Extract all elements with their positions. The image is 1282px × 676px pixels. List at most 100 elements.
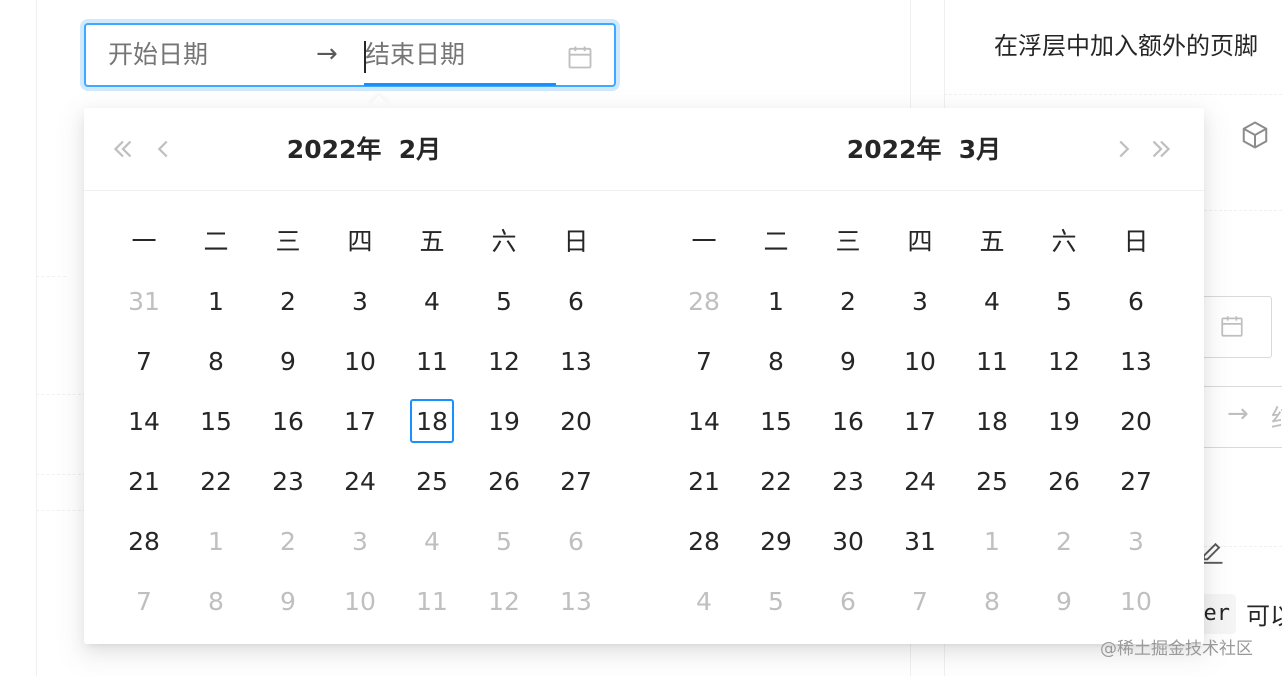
calendar-day[interactable]: 28: [668, 518, 740, 566]
calendar-day[interactable]: 2: [252, 518, 324, 566]
calendar-day[interactable]: 22: [180, 458, 252, 506]
calendar-day[interactable]: 21: [668, 458, 740, 506]
calendar-day[interactable]: 9: [252, 338, 324, 386]
calendar-day-number: 11: [416, 587, 448, 616]
calendar-day[interactable]: 24: [324, 458, 396, 506]
calendar-day[interactable]: 26: [1028, 458, 1100, 506]
calendar-day[interactable]: 9: [252, 578, 324, 626]
calendar-day[interactable]: 6: [1100, 278, 1172, 326]
calendar-day[interactable]: 1: [740, 278, 812, 326]
calendar-day[interactable]: 9: [1028, 578, 1100, 626]
calendar-day-number: 8: [208, 347, 224, 376]
calendar-day[interactable]: 13: [1100, 338, 1172, 386]
calendar-day[interactable]: 2: [252, 278, 324, 326]
calendar-day[interactable]: 27: [1100, 458, 1172, 506]
calendar-day[interactable]: 20: [1100, 398, 1172, 446]
calendar-day[interactable]: 31: [108, 278, 180, 326]
calendar-day[interactable]: 13: [540, 338, 612, 386]
calendar-day[interactable]: 11: [396, 338, 468, 386]
calendar-day[interactable]: 4: [668, 578, 740, 626]
calendar-day[interactable]: 8: [956, 578, 1028, 626]
calendar-day[interactable]: 3: [884, 278, 956, 326]
calendar-day-number: 3: [352, 527, 368, 556]
calendar-day[interactable]: 4: [956, 278, 1028, 326]
calendar-day[interactable]: 5: [468, 278, 540, 326]
calendar-day[interactable]: 17: [884, 398, 956, 446]
calendar-day[interactable]: 31: [884, 518, 956, 566]
calendar-day-number: 17: [904, 407, 936, 436]
code-sandbox-icon[interactable]: [1240, 120, 1270, 154]
calendar-day[interactable]: 7: [108, 578, 180, 626]
calendar-day[interactable]: 6: [812, 578, 884, 626]
calendar-day[interactable]: 16: [252, 398, 324, 446]
calendar-day[interactable]: 18: [956, 398, 1028, 446]
calendar-day[interactable]: 12: [468, 578, 540, 626]
calendar-day[interactable]: 10: [884, 338, 956, 386]
calendar-day[interactable]: 10: [324, 578, 396, 626]
calendar-day[interactable]: 3: [324, 518, 396, 566]
calendar-day[interactable]: 7: [108, 338, 180, 386]
calendar-day[interactable]: 5: [740, 578, 812, 626]
calendar-day[interactable]: 5: [1028, 278, 1100, 326]
calendar-day[interactable]: 6: [540, 278, 612, 326]
calendar-day[interactable]: 11: [396, 578, 468, 626]
right-date-input[interactable]: [1200, 296, 1272, 358]
calendar-day[interactable]: 15: [180, 398, 252, 446]
range-picker-input[interactable]: →: [84, 23, 616, 87]
calendar-day-number: 7: [912, 587, 928, 616]
calendar-day[interactable]: 9: [812, 338, 884, 386]
calendar-day[interactable]: 19: [468, 398, 540, 446]
calendar-day[interactable]: 23: [252, 458, 324, 506]
calendar-day[interactable]: 23: [812, 458, 884, 506]
calendar-day-number: 19: [1048, 407, 1080, 436]
calendar-day[interactable]: 2: [1028, 518, 1100, 566]
calendar-day[interactable]: 15: [740, 398, 812, 446]
calendar-day[interactable]: 3: [1100, 518, 1172, 566]
weekday-label: 二: [203, 227, 229, 256]
calendar-day[interactable]: 22: [740, 458, 812, 506]
calendar-day[interactable]: 12: [1028, 338, 1100, 386]
calendar-day[interactable]: 8: [180, 338, 252, 386]
calendar-day[interactable]: 10: [324, 338, 396, 386]
calendar-week-row: 28 1 2 3 4 5 6: [668, 278, 1172, 326]
calendar-day[interactable]: 28: [108, 518, 180, 566]
calendar-day[interactable]: 8: [180, 578, 252, 626]
end-date-input[interactable]: [365, 35, 545, 75]
calendar-day[interactable]: 21: [108, 458, 180, 506]
calendar-day[interactable]: 5: [468, 518, 540, 566]
start-date-input[interactable]: [108, 35, 298, 75]
calendar-day[interactable]: 8: [740, 338, 812, 386]
calendar-day[interactable]: 25: [396, 458, 468, 506]
right-range-input[interactable]: → 结: [1200, 386, 1282, 448]
calendar-day[interactable]: 29: [740, 518, 812, 566]
calendar-day[interactable]: 24: [884, 458, 956, 506]
calendar-day[interactable]: 7: [884, 578, 956, 626]
calendar-day[interactable]: 1: [180, 278, 252, 326]
calendar-day[interactable]: 6: [540, 518, 612, 566]
calendar-day[interactable]: 13: [540, 578, 612, 626]
calendar-day[interactable]: 12: [468, 338, 540, 386]
calendar-day[interactable]: 11: [956, 338, 1028, 386]
calendar-day-today[interactable]: 18: [396, 398, 468, 446]
calendar-day[interactable]: 16: [812, 398, 884, 446]
calendar-day[interactable]: 14: [108, 398, 180, 446]
calendar-day[interactable]: 7: [668, 338, 740, 386]
calendar-day[interactable]: 19: [1028, 398, 1100, 446]
calendar-day[interactable]: 25: [956, 458, 1028, 506]
calendar-day[interactable]: 26: [468, 458, 540, 506]
calendar-day[interactable]: 28: [668, 278, 740, 326]
calendar-day[interactable]: 20: [540, 398, 612, 446]
calendar-day[interactable]: 27: [540, 458, 612, 506]
calendar-day[interactable]: 14: [668, 398, 740, 446]
calendar-day[interactable]: 2: [812, 278, 884, 326]
calendar-day[interactable]: 1: [180, 518, 252, 566]
calendar-day[interactable]: 1: [956, 518, 1028, 566]
bg-dashed-line: [1204, 210, 1282, 211]
calendar-day[interactable]: 10: [1100, 578, 1172, 626]
calendar-day[interactable]: 17: [324, 398, 396, 446]
calendar-day[interactable]: 3: [324, 278, 396, 326]
calendar-day-number: 2: [280, 527, 296, 556]
calendar-day[interactable]: 30: [812, 518, 884, 566]
calendar-day[interactable]: 4: [396, 278, 468, 326]
calendar-day[interactable]: 4: [396, 518, 468, 566]
